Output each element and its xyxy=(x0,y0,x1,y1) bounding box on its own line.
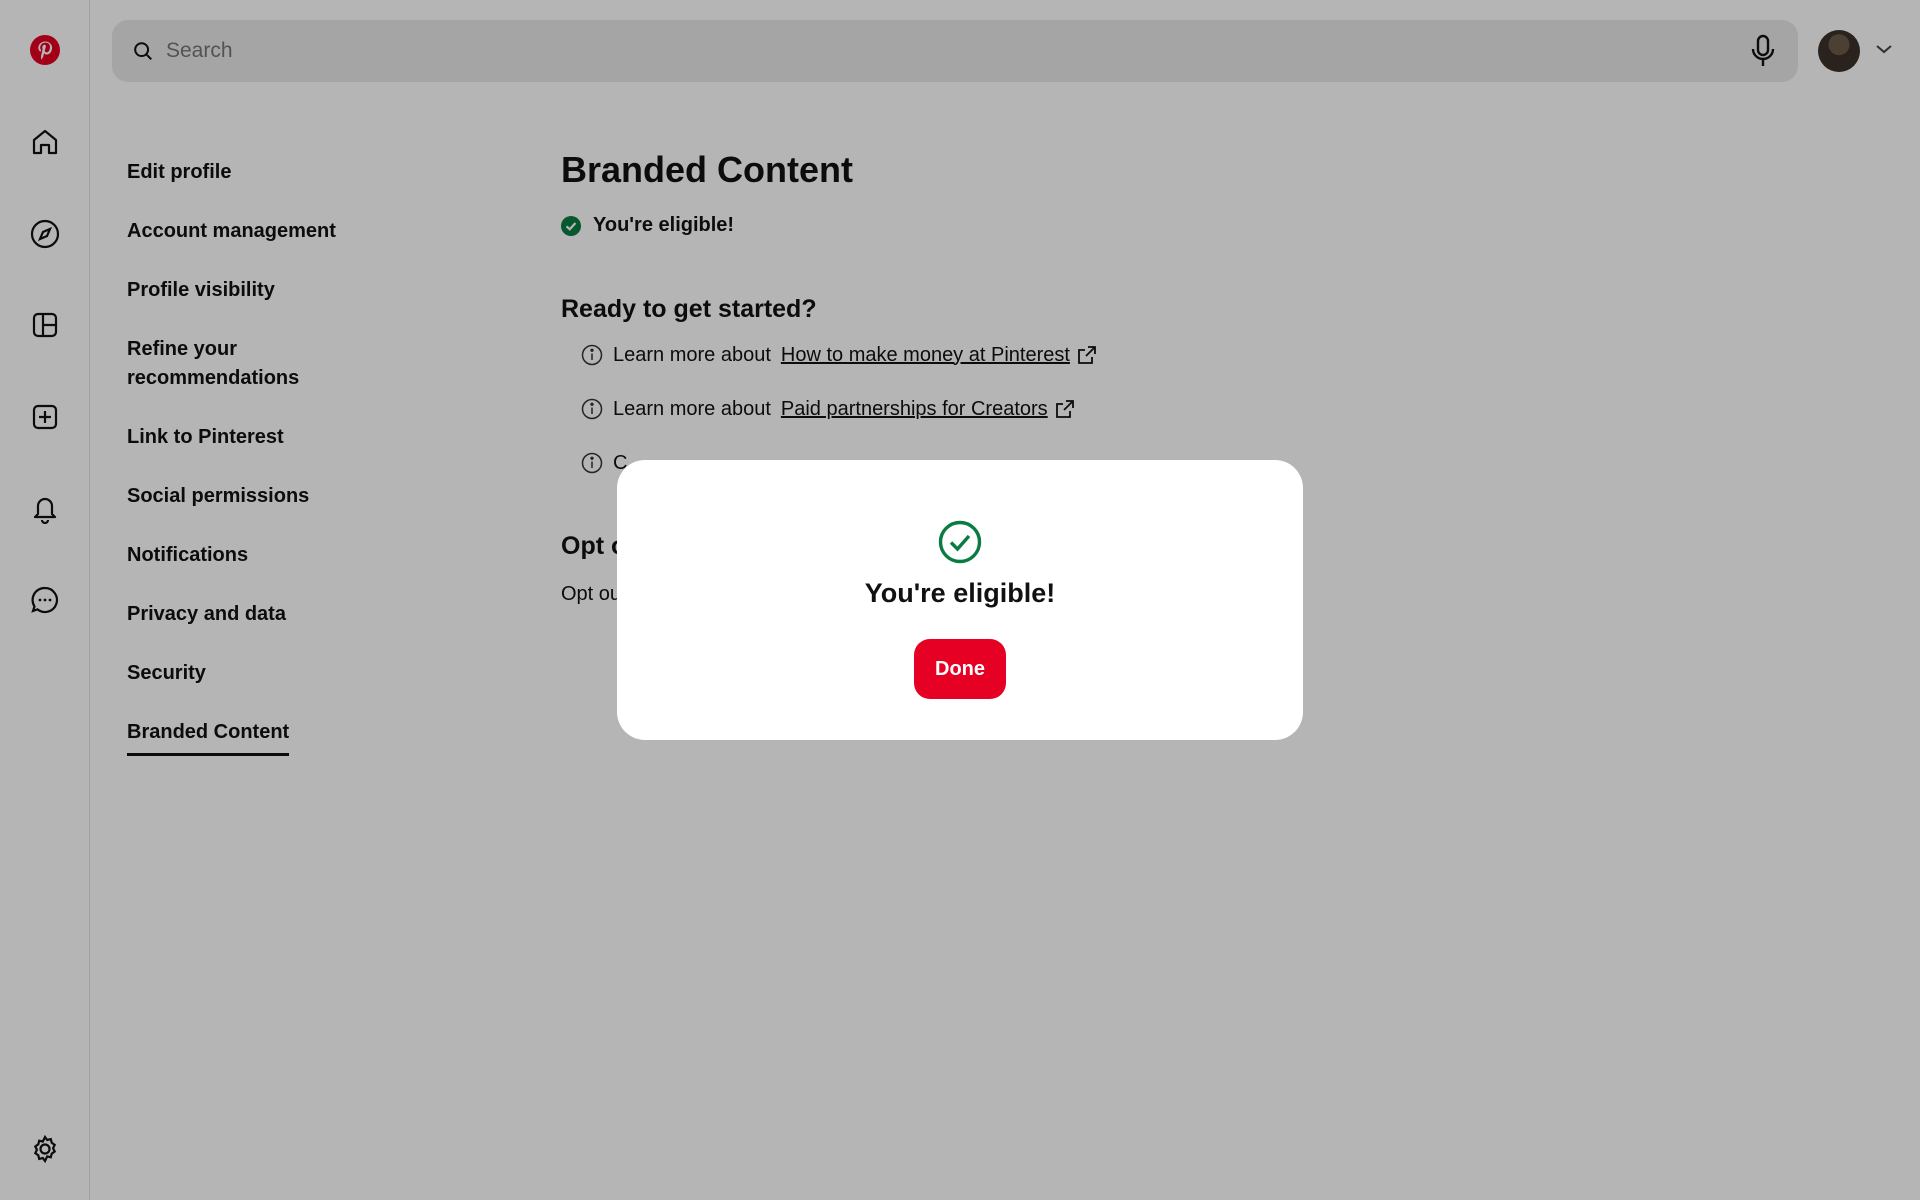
check-circle-icon xyxy=(938,520,982,564)
modal-title: You're eligible! xyxy=(864,578,1056,608)
eligibility-modal: You're eligible! Done xyxy=(617,460,1303,740)
done-button[interactable]: Done xyxy=(914,639,1006,699)
